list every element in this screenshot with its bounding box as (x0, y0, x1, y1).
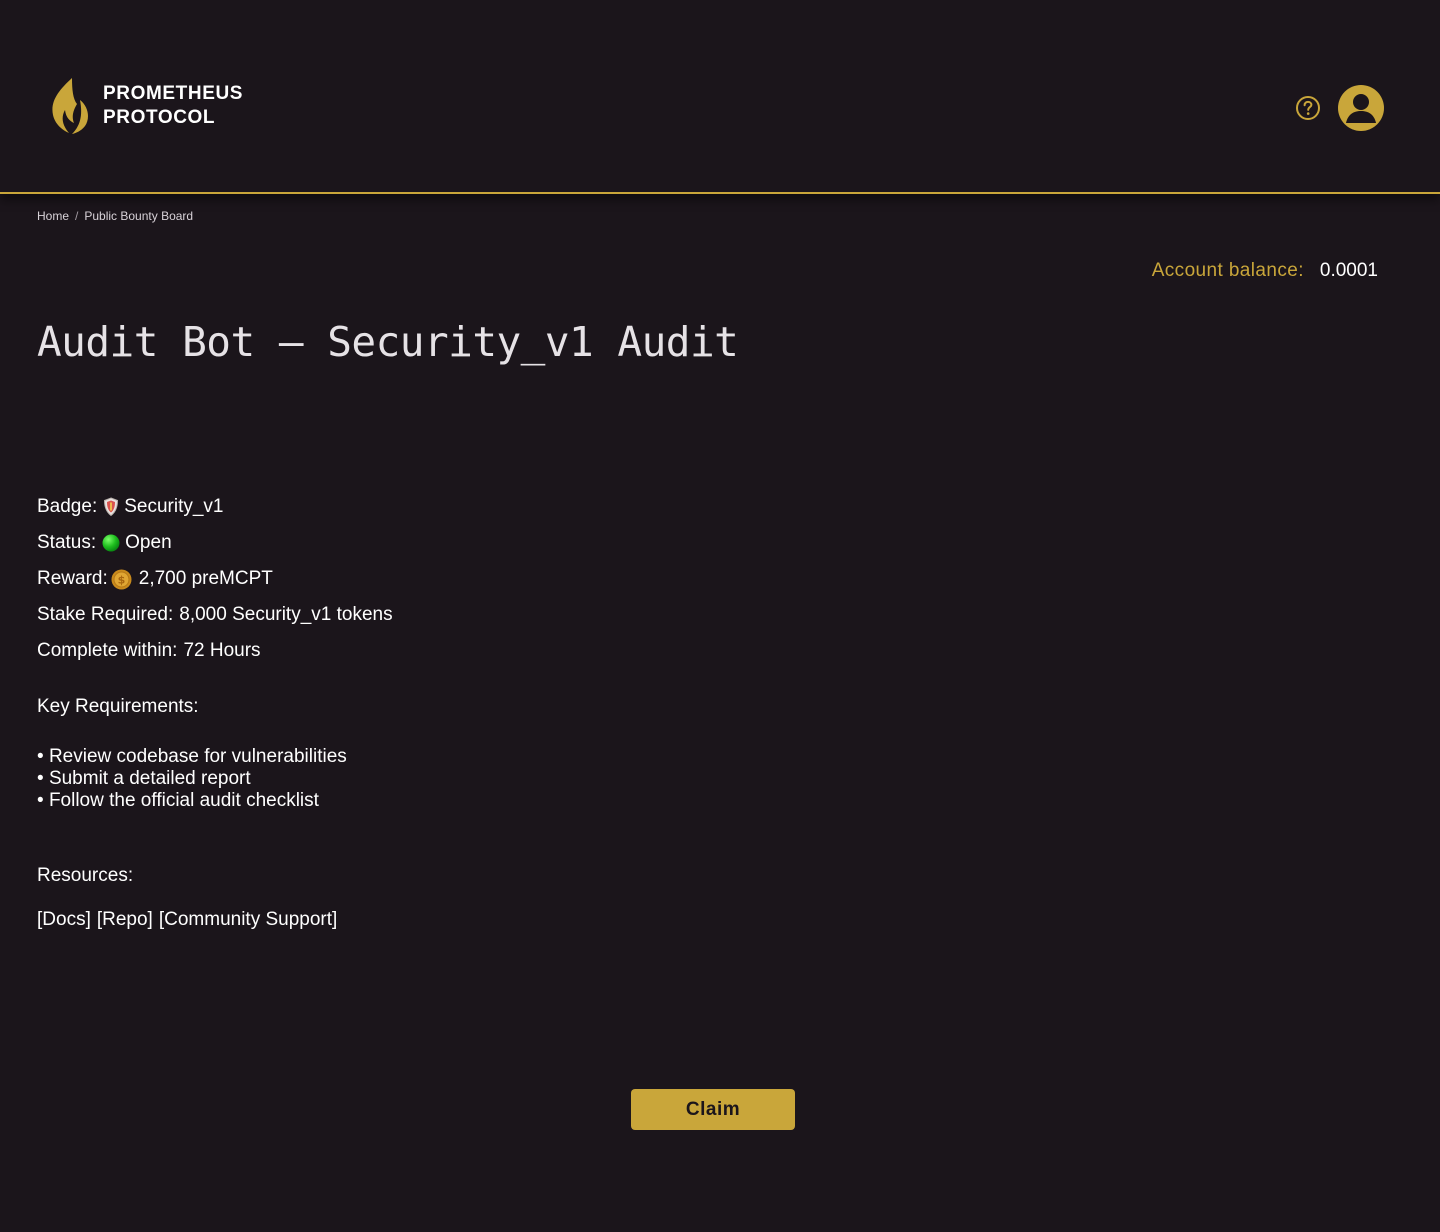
brand-logo[interactable]: PROMETHEUS PROTOCOL (50, 78, 243, 134)
help-button[interactable] (1295, 95, 1321, 121)
resources-heading: Resources: (37, 865, 134, 886)
page-title: Audit Bot — Security_v1 Audit (37, 318, 739, 366)
stake-label: Stake Required: (37, 604, 174, 625)
account-balance-label: Account balance: (1151, 260, 1304, 281)
top-header: PROMETHEUS PROTOCOL (0, 0, 1440, 194)
reward-value: 2,700 preMCPT (138, 568, 273, 589)
badge-row: Badge: Security_v1 (37, 496, 224, 518)
badge-value: Security_v1 (124, 496, 224, 517)
duration-label: Complete within: (37, 640, 178, 661)
requirement-item: Review codebase for vulnerabilities (37, 746, 347, 768)
docs-link[interactable]: [Docs] (37, 909, 91, 931)
requirements-heading: Key Requirements: (37, 696, 199, 717)
user-avatar[interactable] (1338, 85, 1384, 131)
stake-row: Stake Required: 8,000 Security_v1 tokens (37, 604, 393, 626)
green-circle-icon (102, 534, 120, 552)
breadcrumb-current-link[interactable]: Public Bounty Board (84, 209, 193, 223)
question-circle-icon (1296, 96, 1320, 120)
account-balance-value: 0.0001 (1319, 260, 1378, 281)
badge-label: Badge: (37, 496, 98, 517)
account-balance: Account balance: 0.0001 (1152, 260, 1378, 282)
claim-button[interactable]: Claim (631, 1089, 795, 1130)
brand-name: PROMETHEUS PROTOCOL (103, 82, 243, 130)
status-label: Status: (37, 532, 97, 553)
status-value: Open (125, 532, 172, 553)
status-row: Status: Open (37, 532, 172, 554)
duration-row: Complete within: 72 Hours (37, 640, 261, 662)
repo-link[interactable]: [Repo] (97, 909, 153, 931)
community-support-link[interactable]: [Community Support] (159, 909, 337, 931)
shield-emoji-icon (104, 497, 119, 517)
resources-links: [Docs] [Repo] [Community Support] (37, 909, 343, 931)
brand-line-1: PROMETHEUS (103, 83, 244, 104)
stake-value: 8,000 Security_v1 tokens (179, 604, 393, 625)
requirements-list: Review codebase for vulnerabilities Subm… (37, 746, 347, 812)
breadcrumb: Home / Public Bounty Board (37, 209, 193, 223)
brand-line-2: PROTOCOL (103, 107, 216, 128)
coin-icon: $ (111, 569, 132, 589)
breadcrumb-separator: / (75, 209, 79, 223)
duration-value: 72 Hours (183, 640, 261, 661)
reward-row: Reward: $ 2,700 preMCPT (37, 568, 273, 590)
requirement-item: Follow the official audit checklist (37, 790, 347, 812)
svg-text:$: $ (117, 573, 125, 586)
flame-icon (52, 78, 88, 134)
reward-label: Reward: (37, 568, 108, 589)
requirement-item: Submit a detailed report (37, 768, 347, 790)
user-avatar-icon (1346, 94, 1376, 123)
breadcrumb-home-link[interactable]: Home (37, 209, 69, 223)
